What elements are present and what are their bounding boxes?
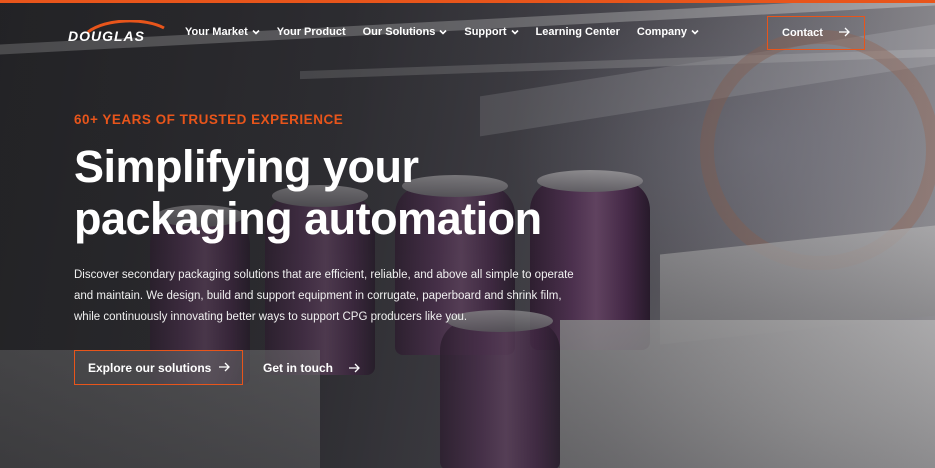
contact-button-label: Contact <box>782 27 823 39</box>
site-header: DOUGLAS Your Market Your Product Our Sol… <box>0 3 935 63</box>
nav-item-label: Learning Center <box>535 26 620 38</box>
chevron-down-icon <box>691 29 699 35</box>
nav-item-label: Your Product <box>276 26 346 38</box>
nav-item-label: Our Solutions <box>362 26 436 38</box>
arrow-right-icon <box>219 362 230 372</box>
logo-text: DOUGLAS <box>68 28 145 44</box>
hero-headline: Simplifying your packaging automation <box>74 141 634 245</box>
arrow-right-icon <box>349 363 360 372</box>
nav-item-label: Your Market <box>185 26 248 38</box>
get-in-touch-button[interactable]: Get in touch <box>263 350 360 385</box>
chevron-down-icon <box>439 29 447 35</box>
contact-button[interactable]: Contact <box>767 16 865 50</box>
douglas-logo[interactable]: DOUGLAS <box>68 20 168 50</box>
nav-item-company[interactable]: Company <box>637 23 699 41</box>
hero-description: Discover secondary packaging solutions t… <box>74 269 574 323</box>
hero-cta-group: Explore our solutions Get in touch <box>74 350 634 385</box>
arrow-right-icon <box>839 27 850 37</box>
nav-item-label: Support <box>464 26 507 38</box>
chevron-down-icon <box>252 29 260 35</box>
main-nav: Your Market Your Product Our Solutions S… <box>185 23 716 41</box>
nav-item-label: Company <box>636 26 688 38</box>
explore-solutions-button[interactable]: Explore our solutions <box>74 350 243 385</box>
nav-item-your-market[interactable]: Your Market <box>185 23 260 41</box>
hero-eyebrow: 60+ YEARS OF TRUSTED EXPERIENCE <box>74 112 344 127</box>
nav-item-learning-center[interactable]: Learning Center <box>536 23 620 41</box>
nav-item-support[interactable]: Support <box>464 23 519 41</box>
nav-item-your-product[interactable]: Your Product <box>277 23 346 41</box>
chevron-down-icon <box>510 29 519 35</box>
hero-headline-line-2: packaging automation <box>74 193 542 244</box>
get-in-touch-label: Get in touch <box>263 360 333 375</box>
hero-headline-line-1: Simplifying your <box>74 141 419 192</box>
nav-item-our-solutions[interactable]: Our Solutions <box>363 23 448 41</box>
top-accent-bar <box>0 0 935 3</box>
explore-solutions-label: Explore our solutions <box>88 360 212 375</box>
hero-content: 60+ YEARS OF TRUSTED EXPERIENCE Simplify… <box>74 112 634 385</box>
